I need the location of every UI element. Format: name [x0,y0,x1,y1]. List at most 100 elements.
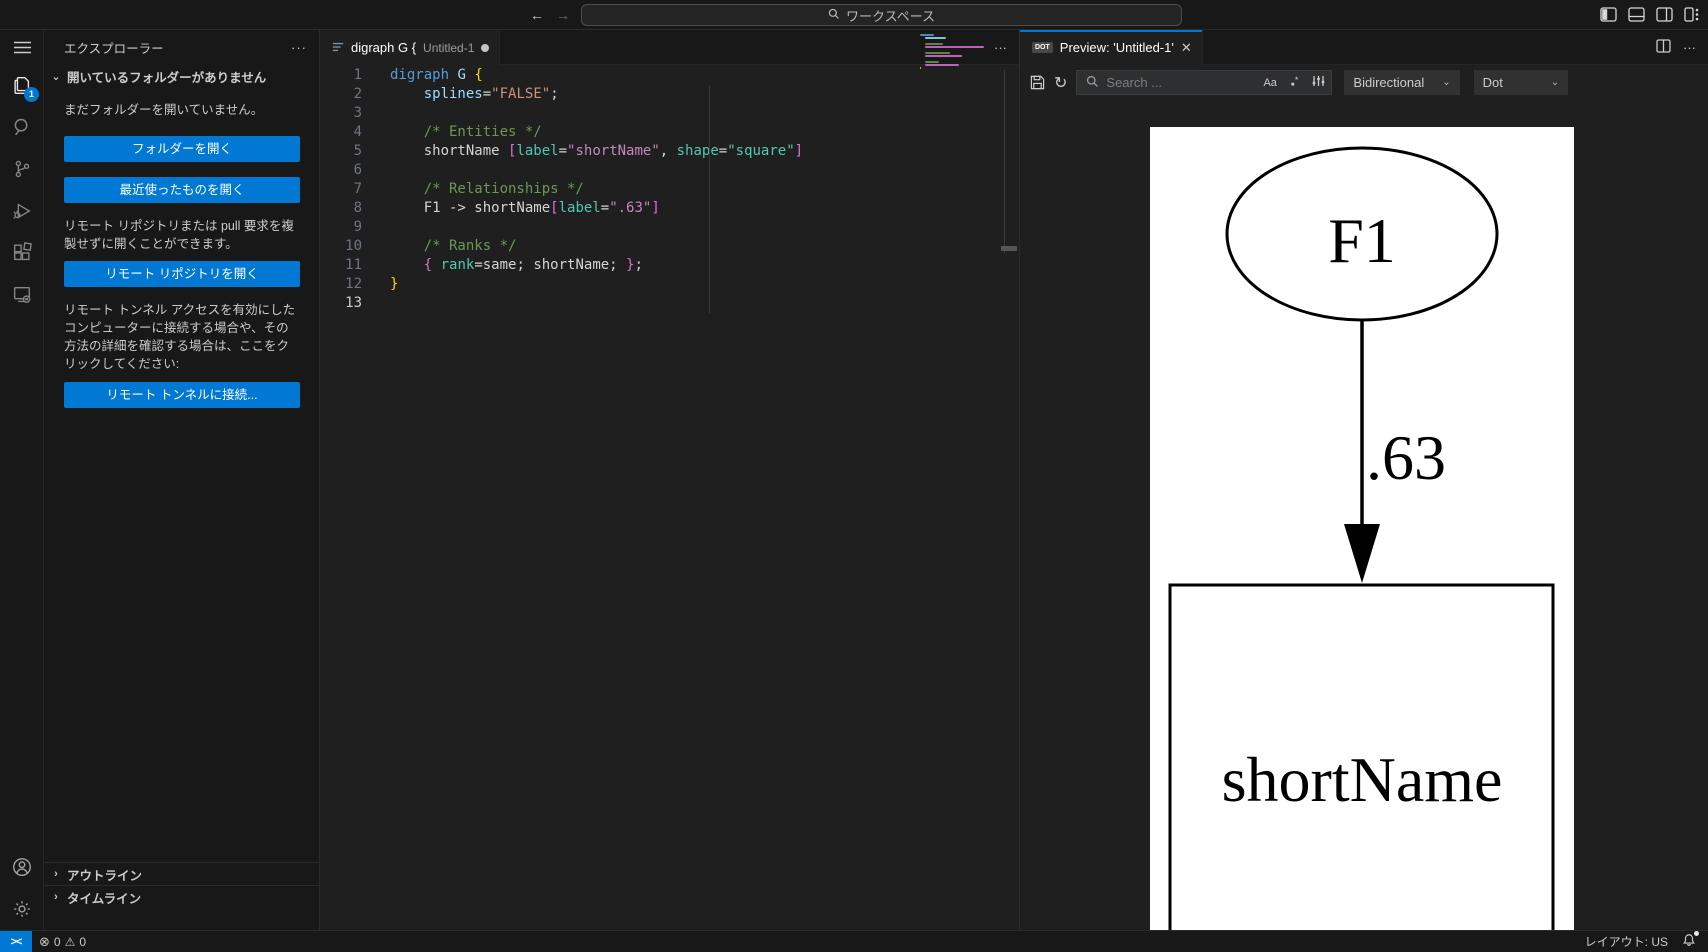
vscode-window: ← → ワークスペース 1 エクスプローラー ··· ⌄ 開いているフォルダーが… [0,0,1708,952]
explorer-icon[interactable]: 1 [0,64,44,106]
layout-controls [1600,7,1700,22]
back-icon[interactable]: ← [527,6,547,24]
connect-tunnel-button[interactable]: リモート トンネルに接続... [64,382,300,408]
bell-icon [1682,931,1699,950]
editor-tab-bar: digraph G { Untitled-1 ··· [320,30,1019,65]
sidebar-title: エクスプローラー [64,42,164,56]
minimap-line [925,55,962,57]
toggle-panel-icon[interactable] [1628,7,1645,22]
customize-layout-icon[interactable] [1684,7,1700,22]
code-line[interactable]: 6 [320,161,1019,180]
run-debug-icon[interactable] [0,190,44,232]
tab-label: digraph G { [351,40,417,55]
code-editor[interactable]: 1 digraph G {2 splines="FALSE"; 3 4 /* Enti… [320,66,1019,930]
editor-more-actions[interactable]: ··· [994,40,1007,55]
code-line[interactable]: 3 [320,104,1019,123]
source-control-icon[interactable] [0,148,44,190]
editor-group: digraph G { Untitled-1 ··· 1 digraph G {2… [320,30,1020,930]
explorer-sidebar: エクスプローラー ··· ⌄ 開いているフォルダーがありません まだフォルダーを… [44,30,320,930]
status-bar: >< ⊗ 0 ⚠ 0 レイアウト: US [0,930,1708,952]
toggle-sidebar-icon[interactable] [1600,7,1617,22]
tab-digraph-untitled-1[interactable]: digraph G { Untitled-1 [320,30,501,65]
match-case-icon[interactable]: Aa [1263,77,1276,89]
keyboard-layout-status[interactable]: レイアウト: US [1578,933,1675,950]
editor-scrollbar[interactable] [1004,70,1005,253]
command-center-search[interactable]: ワークスペース [581,4,1182,26]
graphviz-preview-webview[interactable]: F1 .63 shortName [1020,97,1708,930]
sidebar-header: エクスプローラー ··· [44,30,319,65]
remote-indicator[interactable]: >< [0,930,32,952]
regex-icon[interactable]: ▪* [1291,75,1298,91]
code-line[interactable]: 8 F1 -> shortName[label=".63"] [320,199,1019,218]
open-recent-button[interactable]: 最近使ったものを開く [64,177,300,203]
remote-repo-text: リモート リポジトリまたは pull 要求を複製せずに開くことができます。 [64,219,294,251]
minimap-line [925,61,940,63]
no-folder-section-header[interactable]: ⌄ 開いているフォルダーがありません [44,65,319,87]
graph-node-f1-label: F1 [1328,205,1396,276]
code-line[interactable]: 10 /* Ranks */ [320,237,1019,256]
minimap-line [920,34,935,36]
settings-gear-icon[interactable] [0,888,44,930]
close-icon[interactable]: ✕ [1181,40,1192,56]
engine-select[interactable]: Dot ⌄ [1473,70,1569,95]
code-line[interactable]: 2 splines="FALSE"; [320,85,1019,104]
graph-edge-label: .63 [1366,422,1446,493]
preview-group: DOT Preview: 'Untitled-1' ✕ ··· ↻ Aa ▪* [1020,30,1708,930]
preview-toolbar: ↻ Aa ▪* Bidirectional ⌄ Dot ⌄ [1020,66,1708,99]
split-editor-icon[interactable] [1656,38,1671,56]
direction-select[interactable]: Bidirectional ⌄ [1344,70,1460,95]
code-line[interactable]: 12} [320,275,1019,294]
preview-search-input[interactable] [1106,75,1250,90]
open-remote-repo-button[interactable]: リモート リポジトリを開く [64,261,300,287]
tab-label: Preview: 'Untitled-1' [1059,40,1174,55]
graph-node-shortname-label: shortName [1222,744,1503,815]
title-bar: ← → ワークスペース [0,0,1708,30]
file-icon [332,41,344,55]
notifications-bell[interactable] [1675,931,1708,950]
minimap-line [925,46,984,48]
code-line[interactable]: 4 /* Entities */ [320,123,1019,142]
editor-scrollbar-nub[interactable] [1001,246,1017,251]
timeline-section-header[interactable]: › タイムライン [44,885,320,908]
engine-value: Dot [1482,75,1503,90]
toggle-secondary-sidebar-icon[interactable] [1656,7,1673,22]
preview-tab-bar: DOT Preview: 'Untitled-1' ✕ ··· [1020,30,1708,65]
modified-dot-icon[interactable] [481,43,490,52]
chevron-right-icon: › [54,868,58,880]
extensions-icon[interactable] [0,232,44,274]
graph-canvas[interactable]: F1 .63 shortName [1150,127,1574,930]
filter-options-icon[interactable] [1312,75,1325,90]
warning-icon: ⚠ [64,934,76,949]
problems-status[interactable]: ⊗ 0 ⚠ 0 [32,931,93,952]
explorer-badge: 1 [24,87,39,102]
forward-icon[interactable]: → [553,6,573,24]
warning-count: 0 [79,934,87,949]
tab-preview-untitled-1[interactable]: DOT Preview: 'Untitled-1' ✕ [1020,30,1203,65]
refresh-icon[interactable]: ↻ [1054,73,1067,93]
search-view-icon[interactable] [0,106,44,148]
sidebar-more-actions[interactable]: ··· [291,40,307,55]
tab-detail: Untitled-1 [423,40,475,55]
menu-icon[interactable] [0,30,44,64]
dot-language-icon: DOT [1032,42,1053,53]
outline-section-header[interactable]: › アウトライン [44,862,320,885]
open-folder-button[interactable]: フォルダーを開く [64,136,300,162]
code-line[interactable]: 1 digraph G { [320,66,1019,85]
minimap-line [925,43,944,45]
save-icon[interactable] [1030,75,1045,90]
code-line[interactable]: 5 shortName [label="shortName", shape="s… [320,142,1019,161]
preview-search-box[interactable]: Aa ▪* [1076,70,1333,95]
code-line[interactable]: 7 /* Relationships */ [320,180,1019,199]
accounts-icon[interactable] [0,846,44,888]
minimap-line [925,37,946,39]
remote-tunnel-text: リモート トンネル アクセスを有効にしたコンピューターに接続する場合や、その方法… [64,303,296,371]
chevron-down-icon: ⌄ [1442,77,1451,88]
minimap[interactable] [920,34,984,73]
code-line[interactable]: 13 [320,294,1019,313]
graph-svg: F1 .63 shortName [1168,146,1555,930]
chevron-down-icon: ⌄ [1550,77,1560,88]
remote-explorer-icon[interactable] [0,274,44,316]
code-line[interactable]: 9 [320,218,1019,237]
preview-more-actions[interactable]: ··· [1683,40,1696,55]
code-line[interactable]: 11 { rank=same; shortName; }; [320,256,1019,275]
